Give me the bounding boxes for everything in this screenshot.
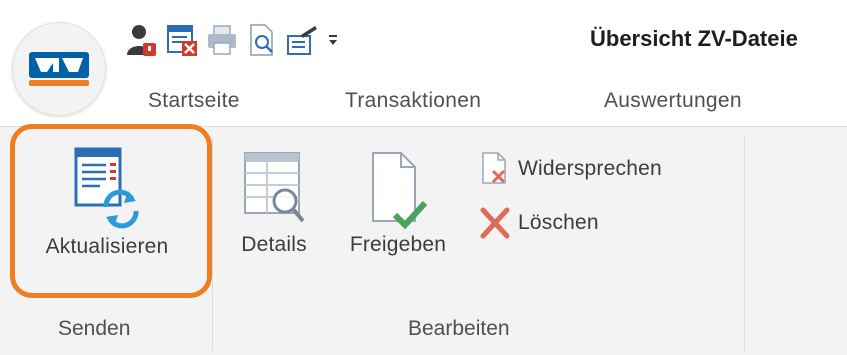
freigeben-button[interactable]: Freigeben <box>328 149 468 257</box>
title-bar: Übersicht ZV-Dateie <box>0 0 847 82</box>
details-label: Details <box>241 233 307 256</box>
customize-dropdown-icon[interactable] <box>324 22 342 58</box>
freigeben-label: Freigeben <box>349 233 447 256</box>
group-separator <box>744 137 745 351</box>
loeschen-label: Löschen <box>518 211 599 234</box>
group-label-senden: Senden <box>58 317 131 340</box>
group-label-bearbeiten: Bearbeiten <box>408 317 510 340</box>
release-document-icon <box>372 152 428 230</box>
user-icon[interactable] <box>124 22 160 58</box>
delete-list-icon[interactable] <box>164 22 200 58</box>
widersprechen-label: Widersprechen <box>518 157 662 180</box>
group-separator <box>212 137 213 351</box>
sign-icon[interactable] <box>284 22 320 58</box>
object-document-icon <box>482 152 506 184</box>
quick-access-toolbar <box>124 20 346 60</box>
print-preview-icon[interactable] <box>244 22 280 58</box>
tab-transaktionen[interactable]: Transaktionen <box>345 89 481 113</box>
app-menu-logo[interactable] <box>12 22 106 116</box>
bank-logo-icon <box>29 52 89 86</box>
loeschen-button[interactable]: Löschen <box>478 205 599 241</box>
window-title: Übersicht ZV-Dateie <box>590 26 798 51</box>
print-icon[interactable] <box>204 22 240 58</box>
delete-x-icon <box>480 207 510 239</box>
details-button[interactable]: Details <box>226 149 322 257</box>
tab-startseite[interactable]: Startseite <box>148 89 240 113</box>
details-magnifier-icon <box>244 152 305 223</box>
widersprechen-button[interactable]: Widersprechen <box>478 151 662 187</box>
ribbon-tabs: Startseite Transaktionen Auswertungen <box>0 82 847 126</box>
tab-auswertungen[interactable]: Auswertungen <box>604 89 742 113</box>
highlight-frame <box>10 124 212 298</box>
